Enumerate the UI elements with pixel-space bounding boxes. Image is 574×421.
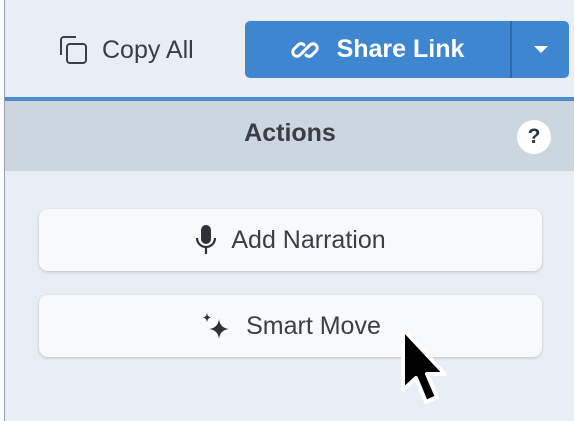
- help-icon: ?: [527, 125, 541, 148]
- add-narration-label: Add Narration: [231, 225, 386, 254]
- copy-all-label: Copy All: [102, 35, 194, 64]
- share-options-dropdown[interactable]: [512, 21, 569, 78]
- actions-header: Actions ?: [5, 101, 574, 171]
- share-link-split-button: Share Link: [245, 21, 569, 78]
- copy-icon: [56, 32, 92, 68]
- link-icon: [290, 36, 319, 64]
- top-toolbar: Copy All Share Link: [5, 0, 574, 97]
- share-link-button[interactable]: Share Link: [245, 21, 510, 78]
- panel-title: Actions: [244, 119, 336, 147]
- smart-move-label: Smart Move: [246, 311, 381, 340]
- copy-all-button[interactable]: Copy All: [56, 26, 194, 74]
- share-link-label: Share Link: [336, 35, 465, 63]
- sparkle-icon: [200, 311, 232, 341]
- chevron-down-icon: [533, 45, 549, 55]
- add-narration-button[interactable]: Add Narration: [39, 209, 542, 271]
- actions-panel-window: Copy All Share Link Actions ? Add Narrat…: [4, 0, 574, 421]
- smart-move-button[interactable]: Smart Move: [39, 295, 542, 357]
- microphone-icon: [195, 224, 217, 256]
- help-button[interactable]: ?: [517, 120, 551, 154]
